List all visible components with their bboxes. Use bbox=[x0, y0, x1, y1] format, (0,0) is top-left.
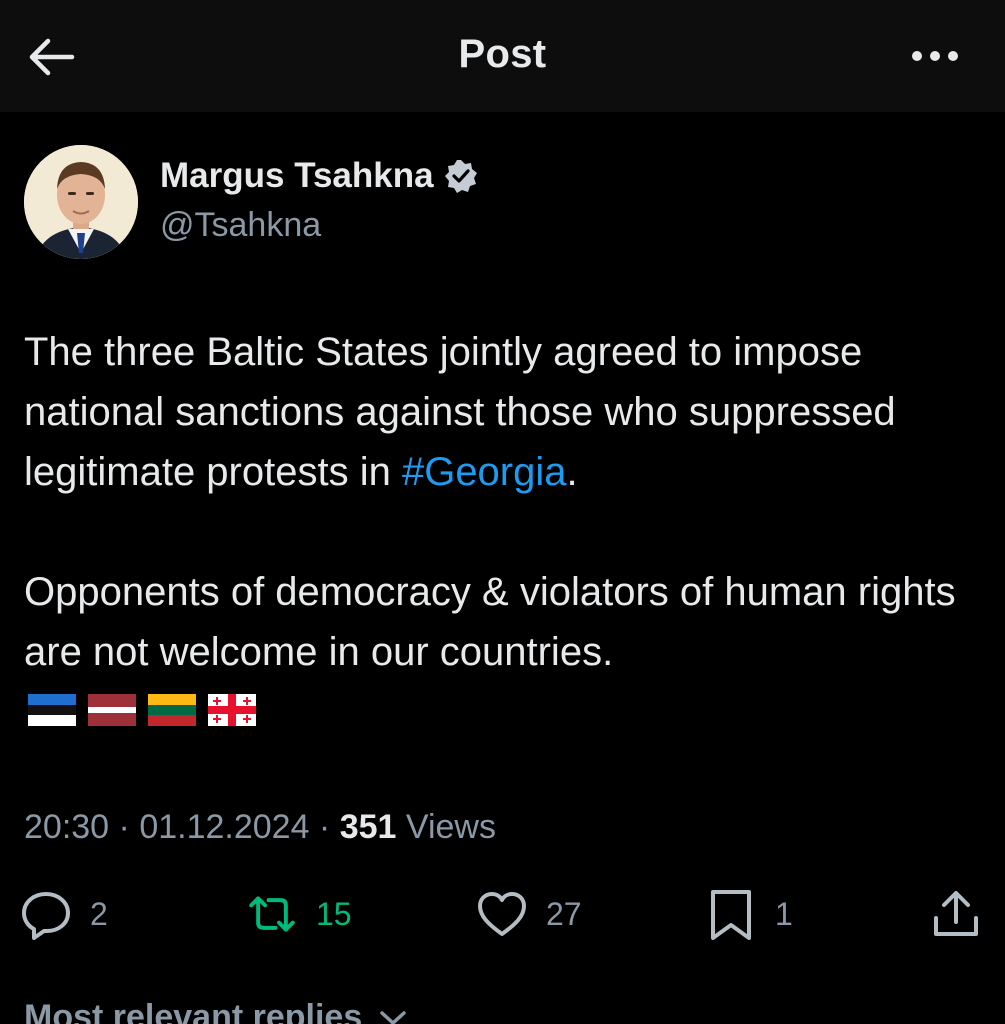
verified-badge-icon bbox=[444, 160, 477, 193]
flag-estonia bbox=[28, 694, 76, 726]
bookmark-icon bbox=[711, 890, 751, 940]
bookmark-count: 1 bbox=[775, 895, 793, 932]
bookmark-button[interactable]: 1 bbox=[705, 888, 793, 940]
repost-button[interactable]: 15 bbox=[246, 888, 352, 940]
post-date[interactable]: 01.12.2024 bbox=[139, 808, 309, 846]
share-icon bbox=[934, 891, 978, 936]
tweet-text: The three Baltic States jointly agreed t… bbox=[24, 322, 984, 682]
replies-sort-dropdown[interactable]: Most relevant replies bbox=[24, 998, 408, 1024]
replies-sort-label: Most relevant replies bbox=[24, 998, 363, 1024]
repost-icon bbox=[249, 896, 295, 932]
meta-separator: · bbox=[109, 808, 140, 846]
action-bar: 2 15 27 1 bbox=[0, 888, 1005, 948]
tweet-text-suffix: . bbox=[566, 450, 578, 494]
like-count: 27 bbox=[546, 895, 582, 932]
views-count: 351 bbox=[339, 808, 397, 846]
flag-latvia bbox=[88, 694, 136, 726]
tweet-paragraph-1: The three Baltic States jointly agreed t… bbox=[24, 322, 984, 502]
post-time[interactable]: 20:30 bbox=[24, 808, 109, 846]
heart-icon bbox=[478, 892, 526, 936]
profile-photo bbox=[24, 145, 138, 259]
chevron-down-icon bbox=[379, 1011, 406, 1024]
share-button[interactable] bbox=[930, 888, 982, 940]
flag-emojis bbox=[28, 694, 256, 726]
avatar[interactable] bbox=[24, 145, 138, 259]
post-meta: 20:30 · 01.12.2024 · 351 Views bbox=[24, 808, 496, 847]
tweet-paragraph-2: Opponents of democracy & violators of hu… bbox=[24, 570, 956, 674]
repost-count: 15 bbox=[316, 895, 352, 932]
author-name-row[interactable]: Margus Tsahkna bbox=[160, 156, 478, 196]
top-bar: Post bbox=[0, 0, 1005, 112]
author-handle[interactable]: @Tsahkna bbox=[160, 206, 321, 245]
flag-lithuania bbox=[148, 694, 196, 726]
like-button[interactable]: 27 bbox=[476, 888, 582, 940]
reply-count: 2 bbox=[90, 895, 108, 932]
reply-icon bbox=[22, 892, 70, 940]
flag-georgia bbox=[208, 694, 256, 726]
reply-button[interactable]: 2 bbox=[20, 888, 108, 940]
post-page: Post Margus Tsahkna @Tsahkna The three B… bbox=[0, 0, 1005, 1024]
author-display-name[interactable]: Margus Tsahkna bbox=[160, 156, 434, 196]
more-horizontal-icon bbox=[912, 51, 958, 61]
views-label: Views bbox=[405, 808, 496, 846]
page-title: Post bbox=[458, 32, 547, 76]
hashtag-link[interactable]: #Georgia bbox=[402, 450, 567, 494]
more-options-button[interactable] bbox=[905, 38, 965, 74]
meta-separator-2: · bbox=[309, 808, 340, 846]
